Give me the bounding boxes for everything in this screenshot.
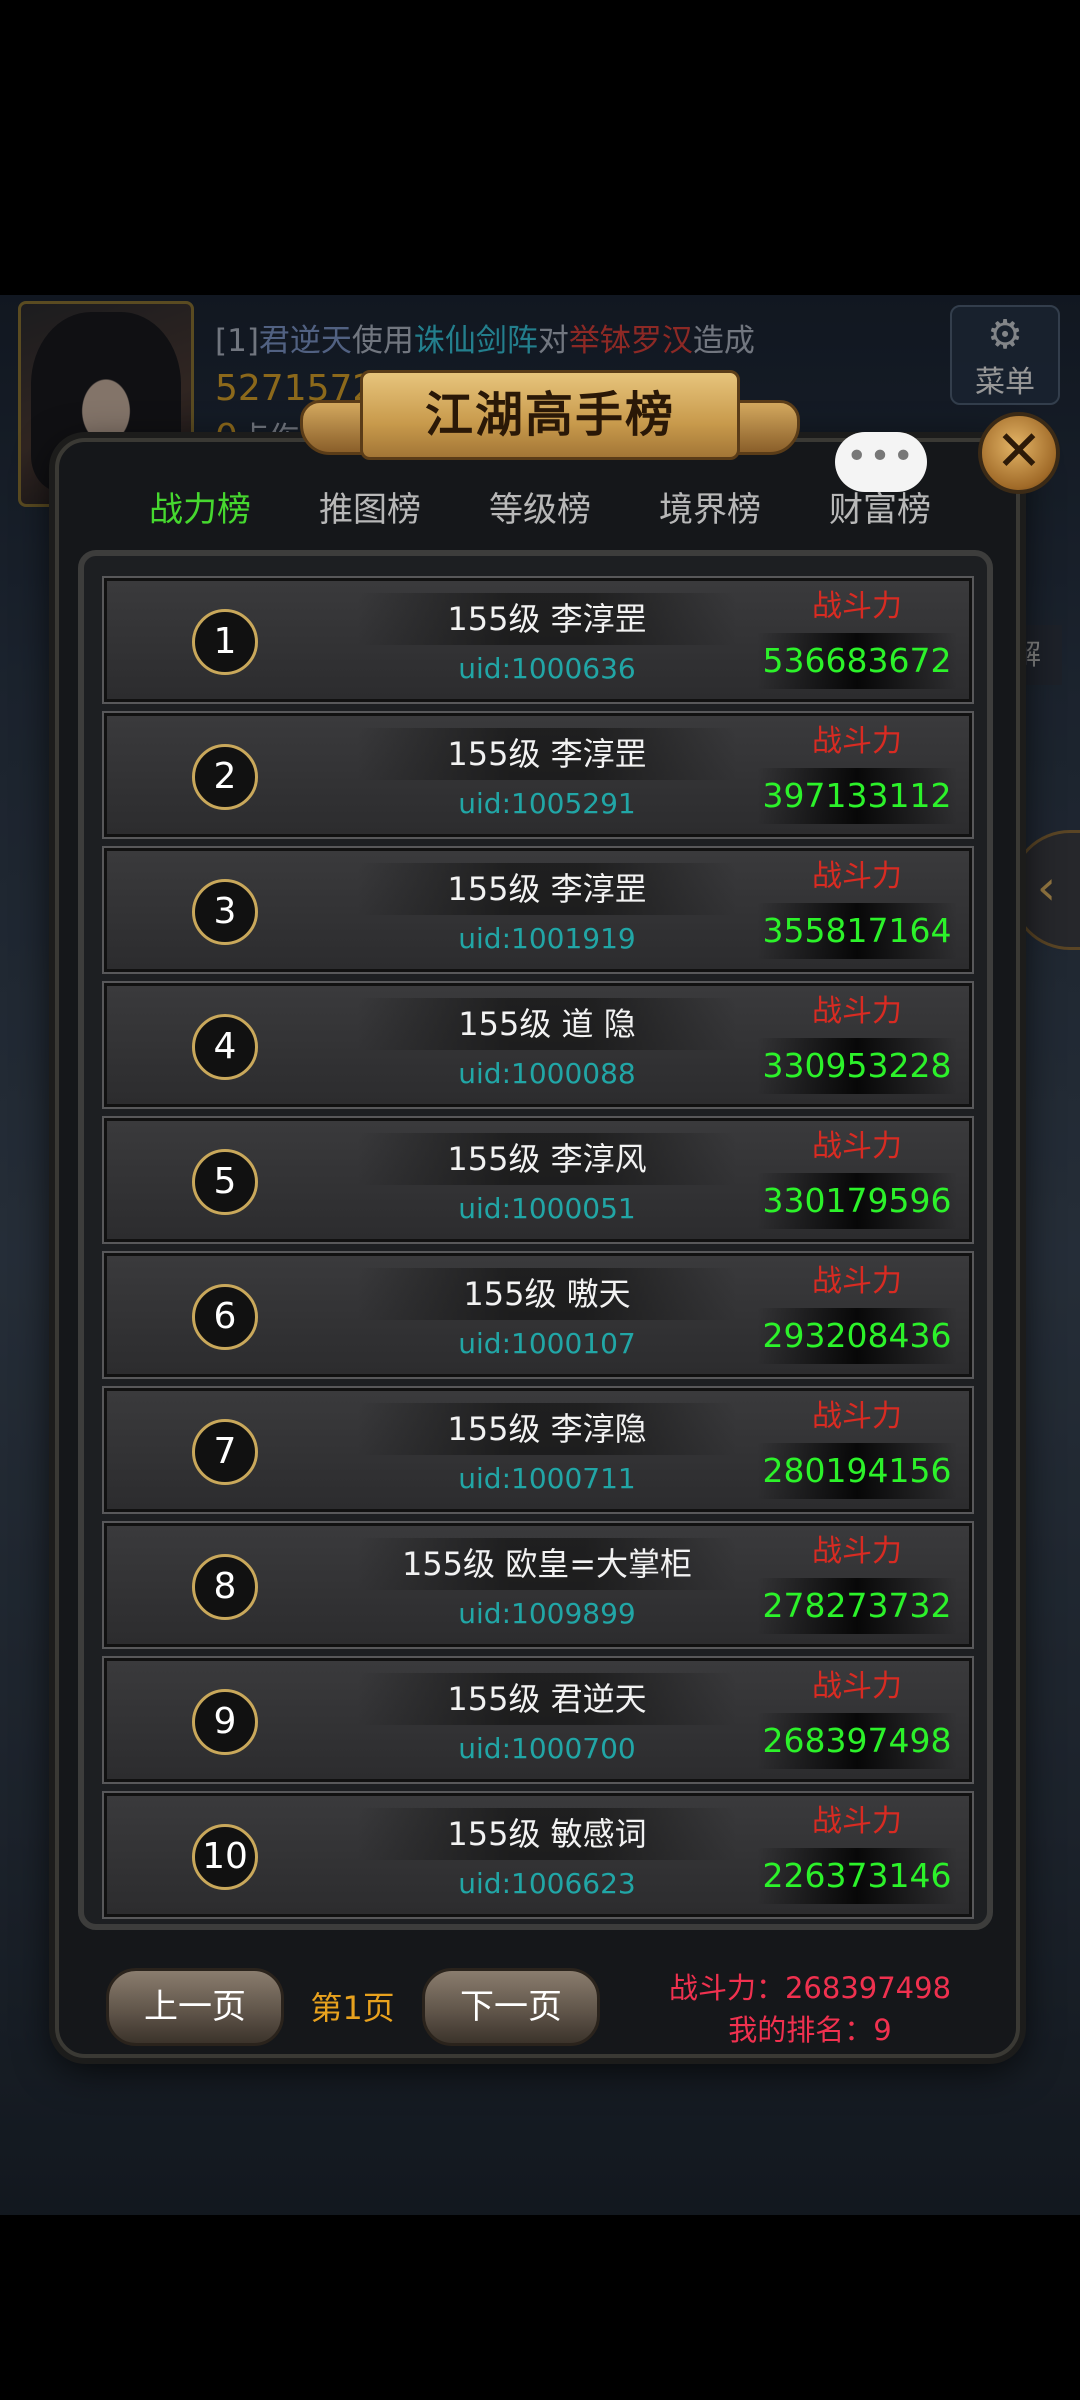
rank-badge: 2 <box>192 744 258 810</box>
player-name: 155级 李淳罡 <box>357 593 737 645</box>
tab-level[interactable]: 等级榜 <box>455 475 625 545</box>
player-uid: uid:1000711 <box>458 1462 636 1495</box>
player-uid: uid:1005291 <box>458 787 636 820</box>
ranking-row[interactable]: 2 155级 李淳罡 uid:1005291 战斗力 397133112 <box>102 711 974 839</box>
player-name: 155级 李淳罡 <box>357 728 737 780</box>
close-icon: ✕ <box>995 419 1043 484</box>
close-button[interactable]: ✕ <box>978 412 1060 494</box>
rank-badge: 8 <box>192 1554 258 1620</box>
power-label: 战斗力 <box>812 994 902 1029</box>
power-value: 226373146 <box>757 1848 957 1904</box>
my-power: 战斗力：268397498 <box>668 1971 952 2005</box>
player-name: 155级 李淳隐 <box>357 1403 737 1455</box>
rank-badge: 1 <box>192 609 258 675</box>
rank-badge: 4 <box>192 1014 258 1080</box>
player-uid: uid:1000088 <box>458 1057 636 1090</box>
power-label: 战斗力 <box>812 1534 902 1569</box>
ranking-row[interactable]: 6 155级 嗷天 uid:1000107 战斗力 293208436 <box>102 1251 974 1379</box>
ranking-row[interactable]: 1 155级 李淳罡 uid:1000636 战斗力 536683672 <box>102 576 974 704</box>
power-value: 278273732 <box>757 1578 957 1634</box>
power-label: 战斗力 <box>812 1804 902 1839</box>
ranking-row[interactable]: 7 155级 李淳隐 uid:1000711 战斗力 280194156 <box>102 1386 974 1514</box>
player-uid: uid:1001919 <box>458 922 636 955</box>
player-uid: uid:1006623 <box>458 1867 636 1900</box>
player-name: 155级 李淳风 <box>357 1133 737 1185</box>
ranking-row[interactable]: 8 155级 欧皇=大掌柜 uid:1009899 战斗力 278273732 <box>102 1521 974 1649</box>
tab-power[interactable]: 战力榜 <box>115 475 285 545</box>
power-label: 战斗力 <box>812 724 902 759</box>
power-value: 293208436 <box>757 1308 957 1364</box>
player-uid: uid:1000107 <box>458 1327 636 1360</box>
player-name: 155级 敏感词 <box>357 1808 737 1860</box>
player-name: 155级 君逆天 <box>357 1673 737 1725</box>
rank-badge: 3 <box>192 879 258 945</box>
tab-realm[interactable]: 境界榜 <box>625 475 795 545</box>
tab-wealth[interactable]: 财富榜 <box>795 475 965 545</box>
player-name: 155级 道 隐 <box>357 998 737 1050</box>
ranking-tabs: 战力榜 推图榜 等级榜 境界榜 财富榜 <box>95 475 985 545</box>
player-name: 155级 李淳罡 <box>357 863 737 915</box>
power-value: 330953228 <box>757 1038 957 1094</box>
power-value: 280194156 <box>757 1443 957 1499</box>
title-banner: 江湖高手榜 <box>300 370 800 470</box>
panel-title: 江湖高手榜 <box>424 387 675 443</box>
rank-badge: 6 <box>192 1284 258 1350</box>
tab-stage[interactable]: 推图榜 <box>285 475 455 545</box>
my-rank: 我的排名：9 <box>728 2013 892 2047</box>
player-name: 155级 嗷天 <box>357 1268 737 1320</box>
next-page-button[interactable]: 下一页 <box>422 1968 600 2046</box>
power-value: 355817164 <box>757 903 957 959</box>
player-uid: uid:1009899 <box>458 1597 636 1630</box>
power-value: 397133112 <box>757 768 957 824</box>
power-label: 战斗力 <box>812 1264 902 1299</box>
power-label: 战斗力 <box>812 1399 902 1434</box>
player-uid: uid:1000051 <box>458 1192 636 1225</box>
power-value: 268397498 <box>757 1713 957 1769</box>
power-label: 战斗力 <box>812 859 902 894</box>
ranking-row[interactable]: 9 155级 君逆天 uid:1000700 战斗力 268397498 <box>102 1656 974 1784</box>
power-value: 330179596 <box>757 1173 957 1229</box>
power-label: 战斗力 <box>812 1669 902 1704</box>
rank-badge: 10 <box>192 1824 258 1890</box>
player-uid: uid:1000636 <box>458 652 636 685</box>
ranking-row[interactable]: 3 155级 李淳罡 uid:1001919 战斗力 355817164 <box>102 846 974 974</box>
power-label: 战斗力 <box>812 1129 902 1164</box>
ranking-row[interactable]: 10 155级 敏感词 uid:1006623 战斗力 226373146 <box>102 1791 974 1919</box>
power-label: 战斗力 <box>812 589 902 624</box>
ranking-row[interactable]: 4 155级 道 隐 uid:1000088 战斗力 330953228 <box>102 981 974 1109</box>
power-value: 536683672 <box>757 633 957 689</box>
ranking-row[interactable]: 5 155级 李淳风 uid:1000051 战斗力 330179596 <box>102 1116 974 1244</box>
player-uid: uid:1000700 <box>458 1732 636 1765</box>
page-indicator: 第1页 <box>310 1989 395 2027</box>
rank-badge: 7 <box>192 1419 258 1485</box>
prev-page-button[interactable]: 上一页 <box>106 1968 284 2046</box>
player-name: 155级 欧皇=大掌柜 <box>357 1538 737 1590</box>
rank-badge: 9 <box>192 1689 258 1755</box>
rank-badge: 5 <box>192 1149 258 1215</box>
